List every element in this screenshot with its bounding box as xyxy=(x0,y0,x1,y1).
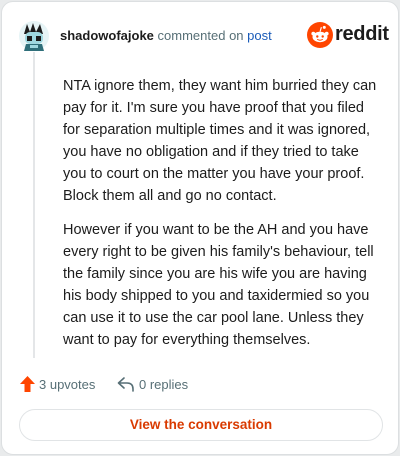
upvote-icon xyxy=(20,376,35,392)
action-text: commented on xyxy=(157,28,244,43)
comment-meta: shadowofajoke commented on post xyxy=(60,28,272,43)
thread-line xyxy=(33,52,35,358)
avatar[interactable] xyxy=(18,20,50,52)
comment-header: shadowofajoke commented on post reddit xyxy=(18,18,389,52)
comment-embed-card: shadowofajoke commented on post reddit N… xyxy=(1,1,399,455)
upvote-button[interactable]: 3 upvotes xyxy=(20,374,100,394)
post-link[interactable]: post xyxy=(247,28,272,43)
comment-body: NTA ignore them, they want him burried t… xyxy=(63,75,383,363)
replies-count: 0 replies xyxy=(139,377,189,392)
reply-button[interactable]: 0 replies xyxy=(117,374,197,394)
reddit-logo[interactable]: reddit xyxy=(307,21,389,49)
username[interactable]: shadowofajoke xyxy=(60,28,154,43)
logo-text: reddit xyxy=(335,23,389,45)
reply-icon xyxy=(117,377,134,392)
comment-paragraph: However if you want to be the AH and you… xyxy=(63,222,374,348)
reddit-logo-icon xyxy=(307,22,333,48)
view-conversation-button[interactable]: View the conversation xyxy=(19,409,383,441)
comment-paragraph: NTA ignore them, they want him burried t… xyxy=(63,78,377,204)
upvotes-count: 3 upvotes xyxy=(39,377,96,392)
